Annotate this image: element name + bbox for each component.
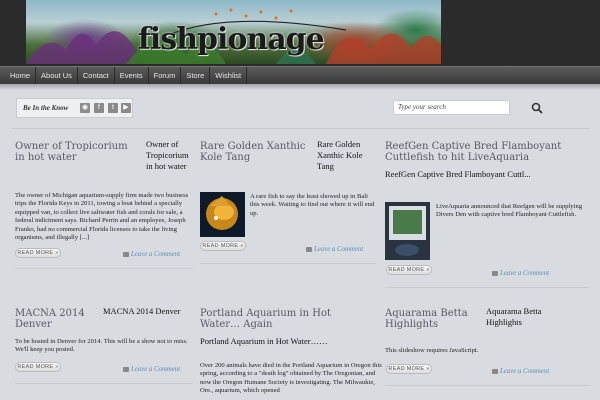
rss-icon[interactable]: ◉ (80, 103, 90, 113)
nav-store[interactable]: Store (181, 67, 211, 84)
comment-label: Leave a Comment (314, 246, 364, 253)
nav-contact[interactable]: Contact (78, 67, 115, 84)
nav-wishlist[interactable]: Wishlist (210, 67, 248, 84)
content-divider (12, 128, 590, 129)
post-excerpt: To be hosted in Denver for 2014. This wi… (15, 338, 188, 354)
post-separator (200, 263, 376, 264)
post-title[interactable]: Owner of Tropicorium in hot water (15, 141, 135, 163)
comment-icon (492, 368, 498, 374)
post-title[interactable]: Aquarama Betta Highlights (385, 308, 475, 330)
site-logo: fishpionage (138, 22, 325, 57)
main-nav: Home About Us Contact Events Forum Store… (0, 66, 600, 84)
post-excerpt: LiveAquaria announced that Reefgen will … (436, 203, 583, 219)
nav-home[interactable]: Home (0, 67, 37, 84)
leave-comment-link[interactable]: Leave a Comment (492, 270, 549, 277)
post-separator (385, 385, 590, 386)
post-separator (15, 383, 193, 384)
read-more-button[interactable]: READ MORE » (15, 362, 61, 372)
read-more-button[interactable]: READ MORE » (15, 248, 61, 258)
leave-comment-link[interactable]: Leave a Comment (492, 368, 549, 375)
comment-icon (123, 366, 129, 372)
post-subtitle: MACNA 2014 Denver (103, 306, 181, 316)
social-box: Be In the Know ◉ f t ▶ (16, 98, 133, 118)
nav-forum[interactable]: Forum (149, 67, 182, 84)
facebook-icon[interactable]: f (94, 103, 104, 113)
leave-comment-link[interactable]: Leave a Comment (306, 246, 363, 253)
post-title[interactable]: ReefGen Captive Bred Flamboyant Cuttlefi… (385, 141, 590, 163)
post-title[interactable]: Rare Golden Xanthic Kole Tang (200, 141, 310, 163)
post-subtitle: Rare Golden Xanthic Kole Tang (317, 139, 363, 171)
post-title[interactable]: Portland Aquarium in Hot Water… Again (200, 308, 350, 330)
comment-label: Leave a Comment (131, 366, 181, 373)
comment-label: Leave a Comment (500, 270, 550, 277)
leave-comment-link[interactable]: Leave a Comment (123, 251, 180, 258)
post-excerpt: A rare fish to say the least showed up i… (250, 193, 375, 217)
post-thumbnail[interactable] (200, 192, 245, 237)
site-banner[interactable]: fishpionage (26, 0, 441, 64)
post-separator (385, 287, 590, 288)
comment-label: Leave a Comment (500, 368, 550, 375)
post-subtitle: Owner of Tropicorium in hot water (146, 139, 189, 171)
nav-about-us[interactable]: About Us (36, 67, 78, 84)
search-input[interactable]: Type your search (393, 100, 510, 115)
comment-icon (123, 251, 129, 257)
read-more-button[interactable]: READ MORE » (200, 241, 246, 251)
post-subtitle: Aquarama Betta Highlights (486, 306, 542, 327)
comment-icon (306, 246, 312, 252)
read-more-button[interactable]: READ MORE » (386, 364, 432, 374)
nav-shadow (0, 84, 600, 90)
post-subtitle: ReefGen Captive Bred Flamboyant Cuttl... (385, 169, 531, 179)
post-title[interactable]: MACNA 2014 Denver (15, 308, 95, 330)
post-separator (15, 268, 193, 269)
post-excerpt: This slideshow requires JavaScript. (385, 347, 479, 354)
twitter-icon[interactable]: t (108, 103, 118, 113)
read-more-button[interactable]: READ MORE » (386, 265, 432, 275)
search-icon[interactable] (530, 101, 544, 115)
comment-label: Leave a Comment (131, 251, 181, 258)
social-label: Be In the Know (23, 104, 69, 112)
post-excerpt: Over 200 animals have died in the Portla… (200, 362, 382, 395)
comment-icon (492, 270, 498, 276)
leave-comment-link[interactable]: Leave a Comment (123, 366, 180, 373)
post-thumbnail[interactable] (385, 202, 430, 260)
nav-events[interactable]: Events (115, 67, 149, 84)
post-excerpt: The owner of Michigan aquarium-supply fi… (15, 192, 189, 242)
youtube-icon[interactable]: ▶ (121, 103, 131, 113)
post-subtitle: Portland Aquarium in Hot Water…… (200, 336, 328, 346)
